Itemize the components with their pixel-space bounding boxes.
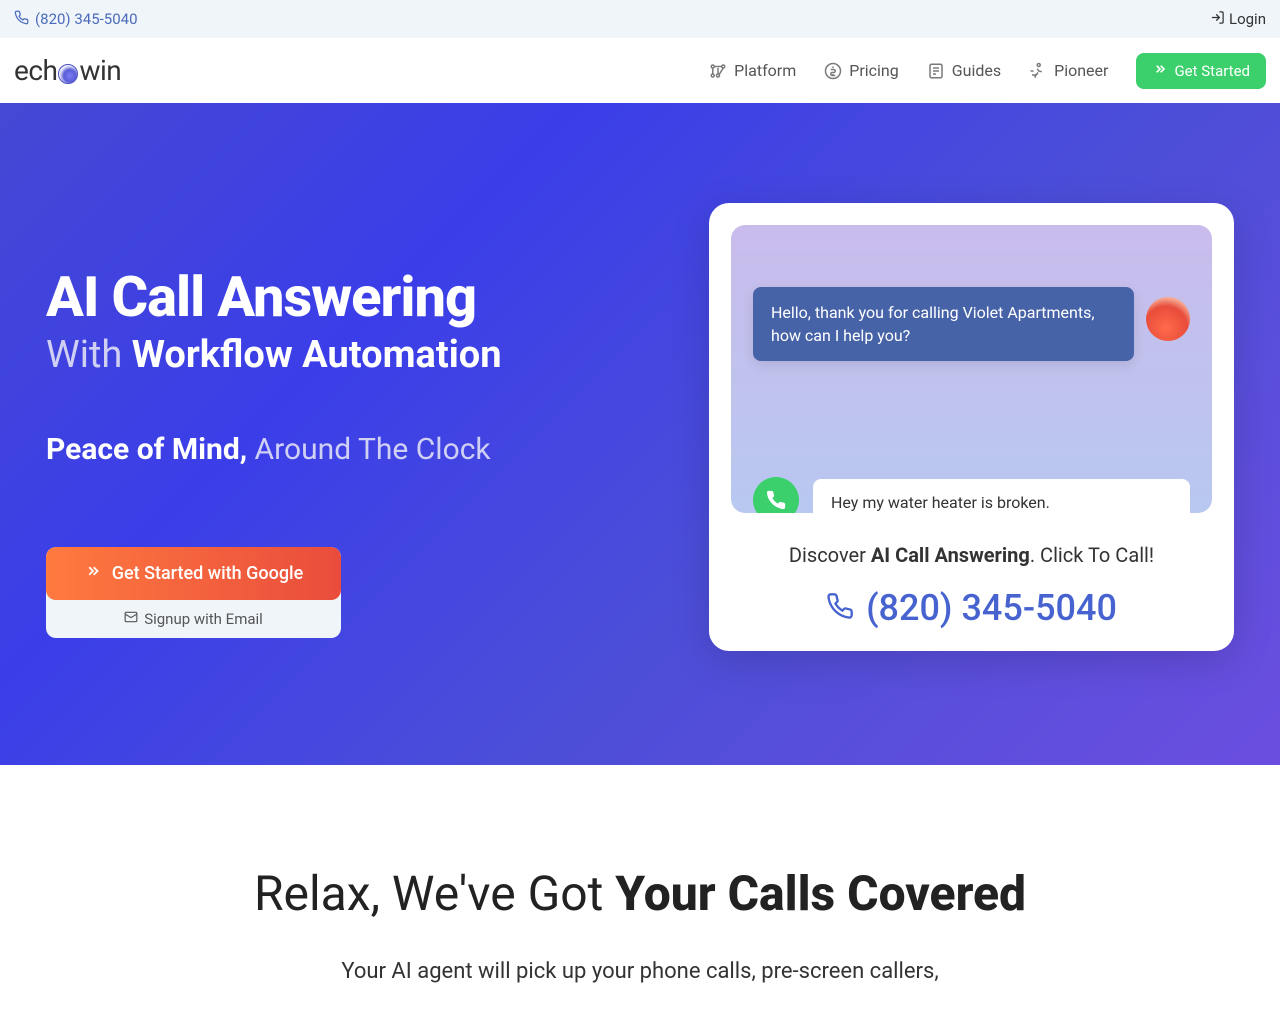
nav-platform[interactable]: Platform xyxy=(709,61,796,80)
platform-icon xyxy=(709,62,727,80)
nav-platform-label: Platform xyxy=(734,61,796,80)
section-2-title-prefix: Relax, We've Got xyxy=(254,865,615,922)
user-avatar-icon xyxy=(753,477,799,513)
discover-prefix: Discover xyxy=(789,543,871,567)
mail-icon xyxy=(124,610,138,628)
hero-subtitle-prefix: With xyxy=(46,333,132,377)
get-started-google-button[interactable]: Get Started with Google xyxy=(46,547,341,600)
logo-suffix: win xyxy=(79,54,121,87)
nav-pricing-label: Pricing xyxy=(849,61,899,80)
cta-secondary-label: Signup with Email xyxy=(144,610,263,628)
hero-tagline: Peace of Mind, Around The Clock xyxy=(46,432,649,467)
section-2-title-bold: Your Calls Covered xyxy=(615,865,1026,922)
signup-email-button[interactable]: Signup with Email xyxy=(46,600,341,638)
chevrons-right-icon xyxy=(84,562,102,585)
section-2-title: Relax, We've Got Your Calls Covered xyxy=(46,865,1234,922)
nav-pioneer-label: Pioneer xyxy=(1054,61,1108,80)
cta-primary-label: Get Started with Google xyxy=(112,563,304,584)
discover-suffix: . Click To Call! xyxy=(1030,543,1154,567)
phone-icon xyxy=(14,10,29,29)
login-icon xyxy=(1210,10,1225,29)
discover-bold: AI Call Answering xyxy=(871,543,1030,567)
login-text: Login xyxy=(1229,10,1266,28)
hero-subtitle-bold: Workflow Automation xyxy=(132,333,502,377)
nav-pioneer[interactable]: Pioneer xyxy=(1029,61,1108,80)
discover-text: Discover AI Call Answering. Click To Cal… xyxy=(731,543,1212,567)
nav-get-started-label: Get Started xyxy=(1174,62,1250,80)
topbar-phone-text: (820) 345-5040 xyxy=(35,10,138,28)
pioneer-icon xyxy=(1029,62,1047,80)
call-phone-link[interactable]: (820) 345-5040 xyxy=(731,587,1212,629)
hero-title: AI Call Answering xyxy=(46,268,649,327)
demo-card: Hello, thank you for calling Violet Apar… xyxy=(709,203,1234,651)
chat-ai-message: Hello, thank you for calling Violet Apar… xyxy=(753,287,1134,361)
hero-tagline-bold: Peace of Mind, xyxy=(46,432,247,467)
section-2-body: Your AI agent will pick up your phone ca… xyxy=(290,957,990,988)
topbar-phone-link[interactable]: (820) 345-5040 xyxy=(14,10,138,29)
chat-user-message: Hey my water heater is broken. xyxy=(813,479,1190,514)
hero-tagline-suffix: Around The Clock xyxy=(247,432,491,467)
nav-get-started-button[interactable]: Get Started xyxy=(1136,53,1266,89)
nav-guides[interactable]: Guides xyxy=(927,61,1001,80)
logo-circle-icon xyxy=(58,64,78,84)
logo[interactable]: ech win xyxy=(14,54,121,87)
phone-call-icon xyxy=(826,587,854,629)
chat-window: Hello, thank you for calling Violet Apar… xyxy=(731,225,1212,513)
guides-icon xyxy=(927,62,945,80)
ai-avatar-icon xyxy=(1146,297,1190,341)
login-link[interactable]: Login xyxy=(1210,10,1266,29)
pricing-icon xyxy=(824,62,842,80)
hero-subtitle: With Workflow Automation xyxy=(46,333,649,377)
chevrons-right-icon xyxy=(1152,61,1168,81)
nav-pricing[interactable]: Pricing xyxy=(824,61,899,80)
logo-prefix: ech xyxy=(14,54,57,87)
nav-guides-label: Guides xyxy=(952,61,1001,80)
call-phone-number: (820) 345-5040 xyxy=(866,587,1117,629)
